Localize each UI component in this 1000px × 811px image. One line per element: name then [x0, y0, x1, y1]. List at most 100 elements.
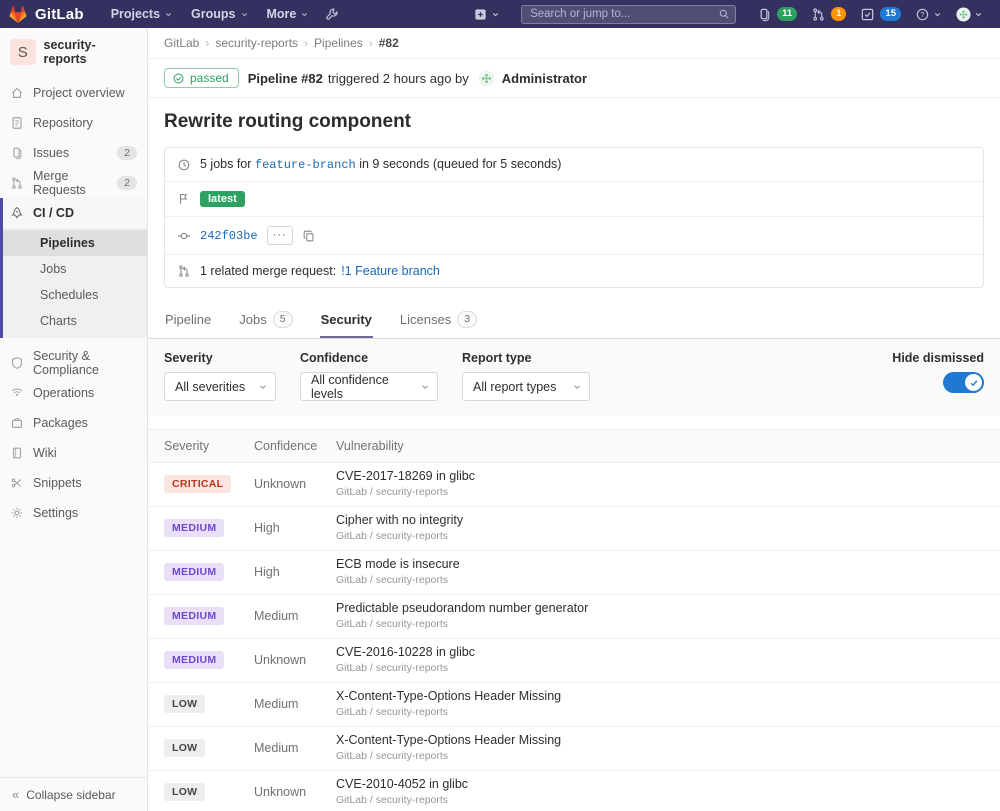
hide-dismissed-toggle[interactable] [943, 372, 984, 393]
confidence-cell: Unknown [254, 785, 336, 799]
chevron-down-icon [572, 382, 582, 392]
severity-filter-label: Severity [164, 351, 276, 365]
tab-pipeline[interactable]: Pipeline [164, 302, 212, 338]
sidebar-item-repository[interactable]: Repository [0, 108, 147, 138]
collapse-sidebar-button[interactable]: « Collapse sidebar [0, 777, 147, 811]
commit-description-toggle[interactable]: ··· [267, 226, 293, 245]
severity-badge: LOW [164, 783, 205, 801]
issues-icon [10, 146, 24, 160]
vulnerability-title-link[interactable]: Predictable pseudorandom number generato… [336, 601, 984, 616]
svg-text:?: ? [921, 11, 925, 18]
chevron-down-icon [164, 10, 173, 19]
breadcrumb-pipelines[interactable]: Pipelines [314, 36, 363, 50]
sidebar-subitem-schedules[interactable]: Schedules [3, 282, 147, 308]
severity-select[interactable]: All severities [164, 372, 276, 401]
branch-link[interactable]: feature-branch [255, 158, 356, 172]
severity-cell: MEDIUM [164, 563, 254, 581]
project-header[interactable]: S security-reports [0, 28, 147, 78]
confidence-filter: Confidence All confidence levels [300, 351, 438, 401]
sidebar-item-snippets[interactable]: Snippets [0, 468, 147, 498]
gitlab-logo[interactable]: GitLab [8, 5, 84, 24]
issues-shortcut-button[interactable]: 11 [750, 0, 804, 28]
sidebar-item-wiki[interactable]: Wiki [0, 438, 147, 468]
todos-button[interactable]: 15 [853, 0, 908, 28]
tab-label: Pipeline [165, 312, 211, 327]
vulnerability-cell: X-Content-Type-Options Header MissingGit… [336, 733, 984, 763]
vulnerability-row[interactable]: MEDIUMMediumPredictable pseudorandom num… [148, 595, 1000, 639]
project-sidebar: S security-reports Project overview Repos… [0, 28, 148, 811]
vulnerability-cell: ECB mode is insecureGitLab / security-re… [336, 557, 984, 587]
breadcrumb-project[interactable]: security-reports [215, 36, 298, 50]
pipeline-tabs: Pipeline Jobs5 Security Licenses3 [148, 301, 1000, 339]
sidebar-item-security-compliance[interactable]: Security & Compliance [0, 348, 147, 378]
merge-requests-shortcut-button[interactable]: 1 [804, 0, 853, 28]
package-icon [10, 416, 24, 430]
confidence-cell: Unknown [254, 477, 336, 491]
issues-icon [757, 7, 772, 22]
vulnerability-row[interactable]: MEDIUMUnknownCVE-2016-10228 in glibcGitL… [148, 639, 1000, 683]
merge-request-icon [177, 264, 191, 278]
sidebar-subitem-charts[interactable]: Charts [3, 308, 147, 334]
user-menu-button[interactable] [949, 0, 990, 28]
main-content: GitLab› security-reports› Pipelines› #82… [148, 28, 1000, 811]
sidebar-item-label: Snippets [33, 476, 82, 490]
search-input[interactable] [521, 5, 736, 24]
sidebar-subitem-pipelines[interactable]: Pipelines [3, 230, 147, 256]
menu-groups[interactable]: Groups [182, 0, 257, 28]
vulnerability-row[interactable]: CRITICAL UnknownCVE-2017-18269 in glibcGi… [148, 463, 1000, 507]
vulnerability-title-link[interactable]: Cipher with no integrity [336, 513, 984, 528]
vulnerability-title-link[interactable]: X-Content-Type-Options Header Missing [336, 689, 984, 704]
vulnerability-title-link[interactable]: CVE-2016-10228 in glibc [336, 645, 984, 660]
user-avatar [956, 7, 971, 22]
sidebar-item-ci-cd[interactable]: CI / CD [3, 198, 147, 228]
vulnerability-title-link[interactable]: ECB mode is insecure [336, 557, 984, 572]
vulnerability-cell: Cipher with no integrityGitLab / securit… [336, 513, 984, 543]
commit-sha-link[interactable]: 242f03be [200, 229, 258, 243]
sidebar-item-settings[interactable]: Settings [0, 498, 147, 528]
menu-projects[interactable]: Projects [102, 0, 182, 28]
sidebar-item-project-overview[interactable]: Project overview [0, 78, 147, 108]
admin-wrench-button[interactable] [318, 0, 347, 28]
severity-badge: CRITICAL [164, 475, 231, 493]
jobs-count-text: 5 jobs for [200, 157, 251, 171]
tab-jobs[interactable]: Jobs5 [238, 301, 293, 339]
vulnerability-cell: CVE-2017-18269 in glibcGitLab / security… [336, 469, 984, 499]
related-mr-link[interactable]: !1 Feature branch [341, 264, 440, 278]
page-title: Rewrite routing component [148, 98, 1000, 138]
vulnerability-title-link[interactable]: CVE-2010-4052 in glibc [336, 777, 984, 792]
copy-icon[interactable] [302, 229, 316, 243]
new-menu-button[interactable] [466, 0, 507, 28]
sidebar-item-operations[interactable]: Operations [0, 378, 147, 408]
vulnerability-title-link[interactable]: X-Content-Type-Options Header Missing [336, 733, 984, 748]
vulnerability-table-header: Severity Confidence Vulnerability [148, 429, 1000, 463]
tab-licenses[interactable]: Licenses3 [399, 301, 478, 339]
breadcrumb-current: #82 [379, 36, 399, 50]
help-menu-button[interactable]: ? [908, 0, 949, 28]
pipeline-trigger-text: triggered 2 hours ago by [328, 71, 469, 86]
search-icon [718, 8, 730, 20]
column-severity: Severity [164, 439, 254, 453]
vulnerability-row[interactable]: MEDIUMHighECB mode is insecureGitLab / s… [148, 551, 1000, 595]
confidence-select[interactable]: All confidence levels [300, 372, 438, 401]
menu-more[interactable]: More [258, 0, 319, 28]
breadcrumb-gitlab[interactable]: GitLab [164, 36, 199, 50]
report-type-select[interactable]: All report types [462, 372, 590, 401]
vulnerability-row[interactable]: MEDIUMHighCipher with no integrityGitLab… [148, 507, 1000, 551]
vulnerability-row[interactable]: LOWUnknownCVE-2010-4052 in glibcGitLab /… [148, 771, 1000, 811]
vulnerability-row[interactable]: LOWMediumX-Content-Type-Options Header M… [148, 683, 1000, 727]
sidebar-item-label: Packages [33, 416, 88, 430]
triggerer-name[interactable]: Administrator [502, 71, 587, 86]
sidebar-item-issues[interactable]: Issues2 [0, 138, 147, 168]
vulnerability-row[interactable]: LOWMediumX-Content-Type-Options Header M… [148, 727, 1000, 771]
report-type-filter-label: Report type [462, 351, 590, 365]
sidebar-item-label: Repository [33, 116, 93, 130]
merge-request-icon [10, 176, 24, 190]
vulnerability-title-link[interactable]: CVE-2017-18269 in glibc [336, 469, 984, 484]
sidebar-item-merge-requests[interactable]: Merge Requests2 [0, 168, 147, 198]
sidebar-item-packages[interactable]: Packages [0, 408, 147, 438]
tab-security[interactable]: Security [320, 302, 373, 338]
pipeline-status-badge[interactable]: passed [164, 68, 239, 88]
sidebar-subitem-jobs[interactable]: Jobs [3, 256, 147, 282]
confidence-cell: Medium [254, 697, 336, 711]
hide-dismissed-group: Hide dismissed [892, 351, 984, 393]
